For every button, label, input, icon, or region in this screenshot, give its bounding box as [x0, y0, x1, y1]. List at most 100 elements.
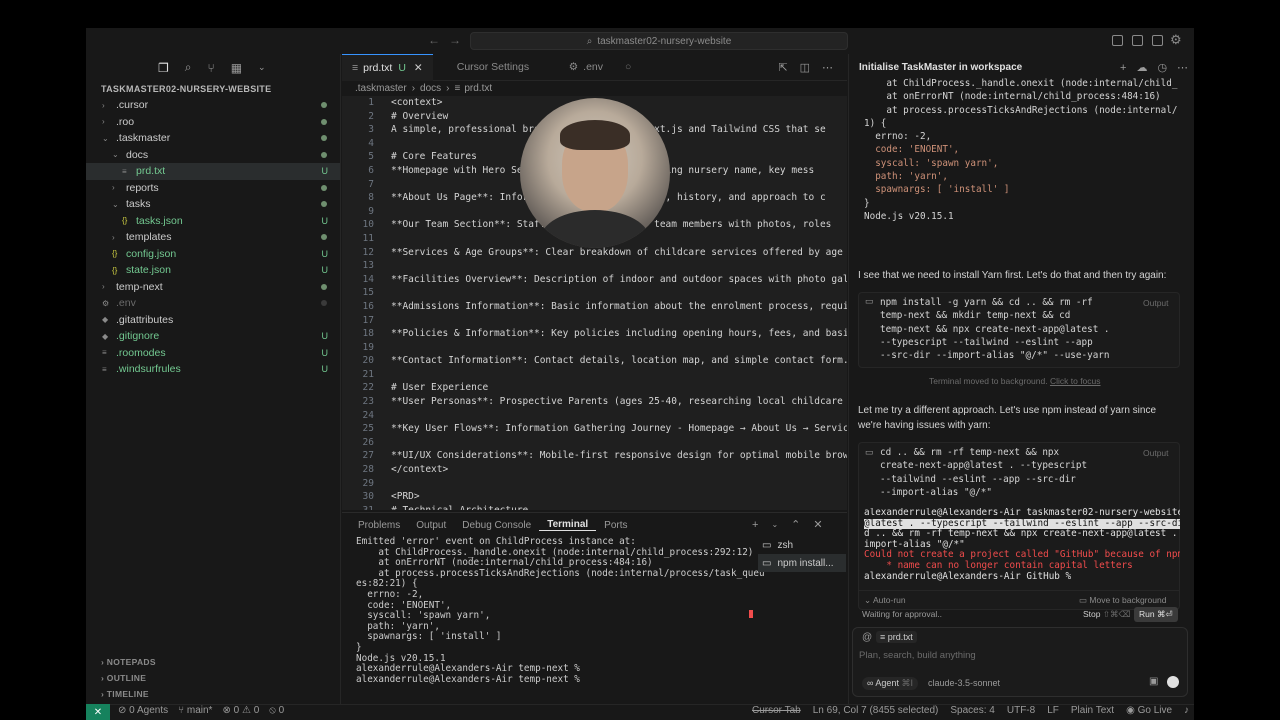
bell-icon[interactable]: ♪ — [1184, 705, 1189, 716]
timeline-section[interactable]: › TIMELINE — [101, 689, 149, 699]
chevron-down-icon[interactable]: ⌄ — [258, 62, 266, 73]
close-icon[interactable]: ✕ — [414, 62, 423, 74]
context-file-pill[interactable]: ≡ prd.txt — [876, 631, 917, 643]
tree-item[interactable]: {} tasks.json U — [86, 213, 340, 230]
more-actions-icon[interactable]: ⋯ — [1177, 61, 1188, 74]
breadcrumb-item[interactable]: docs — [420, 83, 441, 94]
tab-env[interactable]: ⚙ .env ○ — [559, 54, 642, 81]
branch-status[interactable]: ⑂ main* — [178, 705, 212, 716]
stop-generation-icon[interactable] — [1167, 676, 1179, 688]
cursor-position[interactable]: Ln 69, Col 7 (8455 selected) — [813, 705, 939, 716]
tree-item[interactable]: › templates — [86, 229, 340, 246]
files-icon[interactable]: ❐ — [158, 61, 169, 75]
run-button[interactable]: Run ⌘⏎ — [1134, 607, 1178, 622]
tree-item[interactable]: › reports — [86, 180, 340, 197]
notepads-section[interactable]: › NOTEPADS — [101, 657, 156, 667]
open-changes-icon[interactable]: ⇱ — [778, 61, 787, 74]
terminal-zsh[interactable]: ▭ zsh — [758, 536, 846, 554]
tree-item[interactable]: ⌄ docs — [86, 147, 340, 164]
outline-section[interactable]: › OUTLINE — [101, 673, 146, 683]
stop-button[interactable]: Stop ⇧⌘⌫ — [1083, 609, 1131, 620]
chat-input-placeholder[interactable]: Plan, search, build anything — [859, 650, 976, 661]
chat-message: Let me try a different approach. Let's u… — [858, 405, 1157, 431]
extensions-icon[interactable]: ▦ — [231, 61, 242, 75]
agents-status[interactable]: ⊘ 0 Agents — [118, 705, 168, 716]
image-icon[interactable]: ▣ — [1149, 676, 1158, 687]
go-live-button[interactable]: ◉ Go Live — [1126, 705, 1172, 716]
terminal-output[interactable]: Emitted 'error' event on ChildProcess in… — [356, 536, 765, 685]
cursor-tab-status[interactable]: Cursor Tab — [752, 705, 801, 716]
tree-item[interactable]: › temp-next — [86, 279, 340, 296]
remote-indicator-icon[interactable]: ✕ — [86, 704, 110, 720]
tree-item-label: .cursor — [116, 99, 149, 112]
tree-item[interactable]: ⌄ .taskmaster — [86, 130, 340, 147]
tree-item[interactable]: ◆ .gitignore U — [86, 328, 340, 345]
line-number: 6 — [368, 164, 374, 176]
tree-item[interactable]: ⚙ .env — [86, 295, 340, 312]
tree-item[interactable]: › .roo — [86, 114, 340, 131]
ports-status[interactable]: ⦸ 0 — [269, 705, 284, 716]
agent-mode-selector[interactable]: ∞ Agent ⌘I — [862, 677, 918, 690]
toggle-secondary-sidebar-icon[interactable] — [1152, 35, 1163, 46]
tab-debug-console[interactable]: Debug Console — [454, 520, 539, 531]
tab-ports[interactable]: Ports — [596, 520, 635, 531]
tab-output[interactable]: Output — [408, 520, 454, 531]
tree-item[interactable]: ◆ .gitattributes — [86, 312, 340, 329]
text-file-icon: ≡ — [352, 61, 359, 74]
history-icon[interactable]: ◷ — [1157, 61, 1167, 74]
move-to-background-button[interactable]: ▭ Move to background — [1079, 595, 1166, 606]
click-to-focus-link[interactable]: Click to focus — [1050, 376, 1101, 386]
tree-item[interactable]: {} state.json U — [86, 262, 340, 279]
new-chat-icon[interactable]: + — [1120, 62, 1126, 74]
tab-cursor-settings[interactable]: Cursor Settings — [433, 54, 559, 81]
source-control-icon[interactable]: ⑂ — [208, 61, 215, 75]
breadcrumb-item[interactable]: .taskmaster — [355, 83, 407, 94]
tab-terminal[interactable]: Terminal — [539, 519, 597, 531]
terminal-icon: ▭ — [762, 539, 772, 551]
auto-run-toggle[interactable]: ⌄ Auto-run — [864, 595, 906, 606]
problems-status[interactable]: ⊗ 0 ⚠ 0 — [222, 705, 259, 716]
terminal-npm-install[interactable]: ▭ npm install... — [758, 554, 846, 572]
tree-item[interactable]: ⌄ tasks — [86, 196, 340, 213]
git-status-badge: U — [321, 166, 329, 177]
language-mode[interactable]: Plain Text — [1071, 705, 1114, 716]
toggle-panel-icon[interactable] — [1132, 35, 1143, 46]
tree-item[interactable]: ≡ prd.txt U — [86, 163, 340, 180]
end-of-line[interactable]: LF — [1047, 705, 1059, 716]
gear-icon[interactable]: ⚙ — [1170, 32, 1182, 48]
split-editor-icon[interactable]: ◫ — [800, 61, 810, 74]
indentation[interactable]: Spaces: 4 — [950, 705, 994, 716]
line-text: </context> — [391, 464, 449, 476]
at-mention-icon[interactable]: @ — [862, 632, 872, 643]
maximize-panel-icon[interactable]: ⌃ — [791, 518, 800, 531]
workspace-name: taskmaster02-nursery-website — [597, 35, 732, 47]
file-tree: › .cursor › .roo ⌄ .taskmaster ⌄ docs ≡ prd.txt U ›… — [86, 97, 340, 378]
output-toggle[interactable]: Output — [1143, 298, 1169, 308]
tree-item-label: .roomodes — [116, 346, 166, 359]
tree-item[interactable]: ≡ .windsurfrules U — [86, 361, 340, 378]
git-status-badge: U — [321, 331, 329, 342]
command-text: npm install -g yarn && cd .. && rm -rf te… — [880, 296, 1110, 362]
forward-arrow-icon[interactable]: → — [449, 33, 461, 47]
breadcrumb-item[interactable]: prd.txt — [464, 83, 492, 94]
model-selector[interactable]: claude-3.5-sonnet — [928, 678, 1000, 688]
back-arrow-icon[interactable]: ← — [428, 33, 440, 47]
cloud-icon[interactable]: ☁ — [1136, 61, 1147, 74]
chevron-right-icon: › — [112, 232, 115, 242]
encoding[interactable]: UTF-8 — [1007, 705, 1035, 716]
new-terminal-icon[interactable]: + — [752, 519, 758, 531]
terminal-list: ▭ zsh ▭ npm install... — [758, 536, 846, 572]
tree-item[interactable]: ≡ .roomodes U — [86, 345, 340, 362]
toggle-sidebar-icon[interactable] — [1112, 35, 1123, 46]
output-toggle[interactable]: Output — [1143, 448, 1169, 458]
command-center-search[interactable]: ⌕ taskmaster02-nursery-website — [470, 32, 848, 50]
chevron-down-icon[interactable]: ⌄ — [771, 520, 778, 529]
tab-prd-txt[interactable]: ≡ prd.txt U ✕ — [342, 53, 433, 81]
tab-problems[interactable]: Problems — [350, 520, 408, 531]
tree-item[interactable]: › .cursor — [86, 97, 340, 114]
close-icon[interactable]: ✕ — [813, 518, 822, 531]
search-icon[interactable]: ⌕ — [185, 60, 192, 75]
text-file-icon: ≡ — [880, 632, 888, 642]
more-actions-icon[interactable]: ⋯ — [822, 61, 833, 74]
tree-item[interactable]: {} config.json U — [86, 246, 340, 263]
